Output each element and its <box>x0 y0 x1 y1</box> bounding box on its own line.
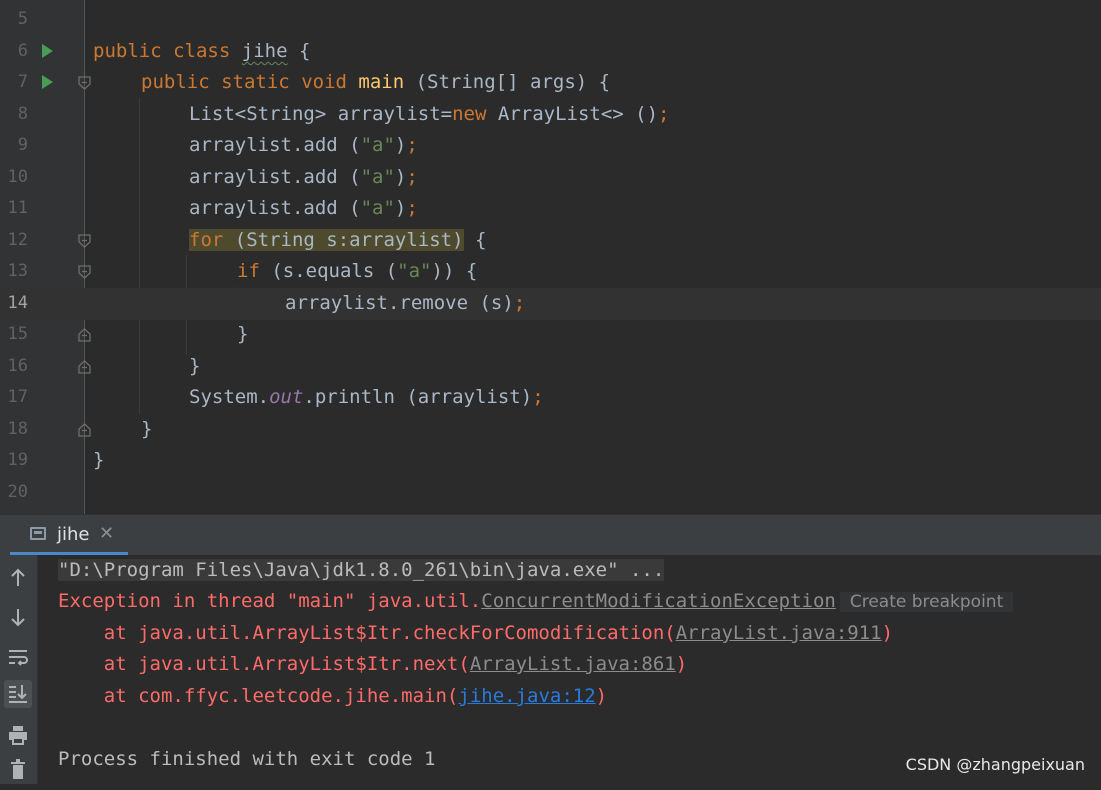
console-line-stack-2: at java.util.ArrayList$Itr.next(ArrayLis… <box>58 653 688 675</box>
console-line-stack-3: at com.ffyc.leetcode.jihe.main(jihe.java… <box>58 685 608 707</box>
exception-class-link[interactable]: ConcurrentModificationException <box>481 590 836 612</box>
arrow-up-icon[interactable] <box>4 564 32 592</box>
command-text[interactable]: "D:\Program Files\Java\jdk1.8.0_261\bin\… <box>58 559 665 581</box>
line-number: 5 <box>17 9 28 29</box>
stack-frame-text: at java.util.ArrayList$Itr.checkForComod… <box>58 622 676 644</box>
create-breakpoint-button[interactable]: Create breakpoint <box>839 592 1014 612</box>
stack-frame-text: at com.ffyc.leetcode.jihe.main( <box>58 685 459 707</box>
code-editor[interactable]: 5 6 public class jihe { 7 public static … <box>0 0 1101 514</box>
stack-frame-link[interactable]: jihe.java:12 <box>458 685 595 707</box>
line-number: 15 <box>7 324 28 344</box>
code-text: arraylist.add ("a"); <box>189 197 418 219</box>
fold-icon[interactable] <box>78 265 91 279</box>
soft-wrap-icon[interactable] <box>4 643 32 671</box>
line-number: 13 <box>7 261 28 281</box>
arrow-down-icon[interactable] <box>4 603 32 631</box>
line-number: 10 <box>7 167 28 187</box>
print-icon[interactable] <box>4 721 32 749</box>
run-tab-jihe[interactable]: jihe ✕ <box>10 515 128 555</box>
run-class-icon[interactable] <box>42 44 53 58</box>
code-line-10: 10 arraylist.add ("a"); <box>0 162 1101 194</box>
console-line-command: "D:\Program Files\Java\jdk1.8.0_261\bin\… <box>58 555 665 587</box>
console-icon <box>30 527 46 540</box>
code-line-6: 6 public class jihe { <box>0 36 1101 68</box>
code-text: public static void main (String[] args) … <box>141 71 611 93</box>
fold-icon[interactable] <box>78 76 91 90</box>
line-number: 7 <box>17 72 28 92</box>
code-text: arraylist.add ("a"); <box>189 134 418 156</box>
stack-frame-link[interactable]: ArrayList.java:911 <box>676 622 882 644</box>
console-line-finish: Process finished with exit code 1 <box>58 748 436 770</box>
watermark: CSDN @zhangpeixuan <box>905 755 1085 774</box>
code-text: } <box>141 418 153 440</box>
console-line-exception: Exception in thread "main" java.util.Con… <box>58 586 1014 619</box>
code-line-13: 13 if (s.equals ("a")) { <box>0 256 1101 288</box>
code-text: List<String> arraylist=new ArrayList<> (… <box>189 103 670 125</box>
trash-icon[interactable] <box>4 755 32 783</box>
code-text: } <box>93 449 105 471</box>
stack-frame-link[interactable]: ArrayList.java:861 <box>470 653 676 675</box>
run-panel-header: jihe ✕ <box>0 514 1101 555</box>
fold-end-icon[interactable] <box>78 423 91 437</box>
line-number: 19 <box>7 450 28 470</box>
code-line-11: 11 arraylist.add ("a"); <box>0 193 1101 225</box>
console-line-stack-1: at java.util.ArrayList$Itr.checkForComod… <box>58 622 894 644</box>
fold-end-icon[interactable] <box>78 328 91 342</box>
scroll-to-end-icon[interactable] <box>4 680 32 708</box>
stack-frame-text: at java.util.ArrayList$Itr.next( <box>58 653 470 675</box>
fold-icon[interactable] <box>78 234 91 248</box>
line-number: 20 <box>7 482 28 502</box>
code-text: arraylist.add ("a"); <box>189 166 418 188</box>
line-number: 9 <box>17 135 28 155</box>
line-number: 6 <box>17 41 28 61</box>
highlighted-for-statement: for (String s:arraylist) <box>189 229 464 251</box>
exception-prefix: Exception in thread "main" java.util. <box>58 590 482 612</box>
code-line-12: 12 for (String s:arraylist) { <box>0 225 1101 257</box>
line-number: 14 <box>7 293 28 313</box>
code-text: } <box>237 323 249 345</box>
line-number: 11 <box>7 198 28 218</box>
code-text: } <box>189 355 201 377</box>
console-output[interactable]: "D:\Program Files\Java\jdk1.8.0_261\bin\… <box>38 555 1101 784</box>
run-tab-label: jihe <box>57 524 90 545</box>
code-line-14-current: 14 arraylist.remove (s); <box>0 288 1101 320</box>
code-text: for (String s:arraylist) { <box>189 229 487 251</box>
code-text: public class jihe { <box>93 40 311 62</box>
line-number: 17 <box>7 387 28 407</box>
line-number: 12 <box>7 230 28 250</box>
code-line-17: 17 System.out.println (arraylist); <box>0 382 1101 414</box>
fold-end-icon[interactable] <box>78 360 91 374</box>
line-number: 8 <box>17 104 28 124</box>
code-line-15: 15 } <box>0 319 1101 351</box>
code-text: System.out.println (arraylist); <box>189 386 544 408</box>
code-line-16: 16 } <box>0 351 1101 383</box>
run-main-icon[interactable] <box>42 75 53 89</box>
code-text: if (s.equals ("a")) { <box>237 260 478 282</box>
code-line-18: 18 } <box>0 414 1101 446</box>
code-text: arraylist.remove (s); <box>285 292 526 314</box>
code-line-9: 9 arraylist.add ("a"); <box>0 130 1101 162</box>
code-line-8: 8 List<String> arraylist=new ArrayList<>… <box>0 99 1101 131</box>
console-toolbar <box>0 555 38 784</box>
close-icon[interactable]: ✕ <box>99 523 114 544</box>
line-number: 16 <box>7 356 28 376</box>
code-line-19: 19 } <box>0 445 1101 477</box>
line-number: 18 <box>7 419 28 439</box>
code-line-20: 20 <box>0 477 1101 509</box>
code-line-7: 7 public static void main (String[] args… <box>0 67 1101 99</box>
code-line-5: 5 <box>0 4 1101 36</box>
